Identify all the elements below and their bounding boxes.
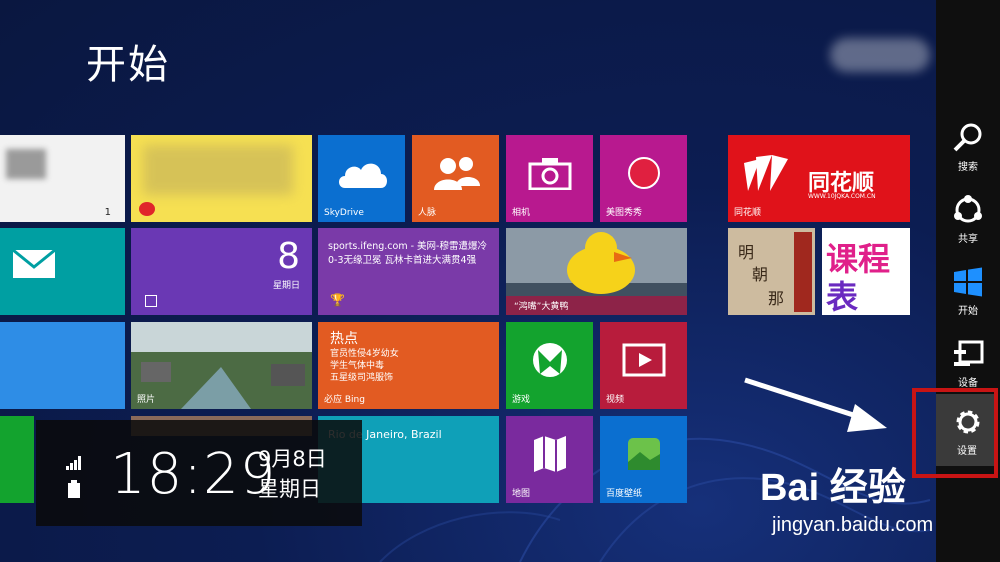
charm-label-search: 搜索	[958, 162, 978, 173]
tile-duck[interactable]: “鸿嘴”大黄鸭	[506, 228, 687, 315]
charm-label-share: 共享	[958, 234, 978, 245]
schedule-image: 课程 表	[826, 240, 890, 315]
charm-label-start: 开始	[958, 306, 978, 317]
tile-ie[interactable]	[0, 322, 125, 409]
camera-icon	[528, 158, 571, 191]
clock-date: 9月8日	[258, 447, 327, 471]
tile-maps[interactable]: 地图	[506, 416, 593, 503]
search-icon	[953, 123, 982, 152]
charm-share[interactable]: 共享	[936, 182, 1000, 252]
tile-label-people: 人脉	[418, 208, 437, 218]
wallpaper-icon	[627, 438, 660, 471]
windows-logo-icon	[954, 267, 982, 297]
tile-hot[interactable]: 热点 官员性侵4岁幼女 学生气体中毒 五星级司鸿服饰 必应 Bing	[318, 322, 499, 409]
hot-list: 官员性侵4岁幼女 学生气体中毒 五星级司鸿服饰	[330, 348, 399, 384]
tile-label-photos: 照片	[137, 395, 156, 405]
svg-text:明: 明	[738, 243, 754, 262]
news-headline: sports.ifeng.com - 美网-穆雷遭爆冷 0-3无缘卫冕 瓦林卡首…	[328, 241, 487, 266]
tile-book[interactable]: 明 朝 那	[728, 228, 815, 315]
watermark-brand: Bai 经验	[760, 467, 906, 509]
tile-blurred-app[interactable]: 1	[0, 135, 125, 222]
calendar-day: 8	[277, 236, 300, 277]
tile-label-duck: “鸿嘴”大黄鸭	[506, 296, 687, 315]
blurred-content	[6, 149, 46, 179]
hot-item: 官员性侵4岁幼女	[330, 349, 399, 359]
lock-clock-overlay: 18:29 9月8日 星期日	[36, 420, 362, 526]
tile-label-games: 游戏	[512, 395, 531, 405]
blurred-content	[143, 145, 293, 195]
tile-store[interactable]	[0, 416, 34, 503]
tile-label-bing: 必应 Bing	[324, 395, 365, 405]
book-cover-image: 明 朝 那	[728, 228, 815, 315]
tonghuashun-cards-icon	[744, 155, 788, 191]
tile-games[interactable]: 游戏	[506, 322, 593, 409]
hot-title: 热点	[330, 331, 358, 347]
tile-calendar[interactable]: 8 星期日	[131, 228, 312, 315]
tile-label-tonghuashun: 同花顺	[734, 208, 762, 218]
map-icon	[533, 436, 566, 473]
tile-tonghuashun[interactable]: 同花顺 WWW.10JQKA.COM.CN 同花顺	[728, 135, 910, 222]
tile-news[interactable]: sports.ifeng.com - 美网-穆雷遭爆冷 0-3无缘卫冕 瓦林卡首…	[318, 228, 499, 315]
svg-text:课程: 课程	[826, 240, 890, 278]
people-icon	[433, 157, 480, 191]
watermark-url: jingyan.baidu.com	[772, 514, 934, 536]
clock-weekday: 星期日	[258, 477, 321, 501]
tile-people[interactable]: 人脉	[412, 135, 499, 222]
charm-label-devices: 设备	[958, 378, 978, 389]
trophy-icon: 🏆	[330, 293, 345, 307]
tile-skydrive[interactable]: SkyDrive	[318, 135, 405, 222]
baidu-jingyan-watermark: Bai 经验 jingyan.baidu.com	[736, 452, 996, 542]
tile-label-skydrive: SkyDrive	[324, 208, 364, 218]
tile-photos[interactable]: 照片	[131, 322, 312, 409]
tile-label-video: 视频	[606, 395, 625, 405]
tonghuashun-url: WWW.10JQKA.COM.CN	[808, 193, 876, 200]
tile-meitu[interactable]: 美图秀秀	[600, 135, 687, 222]
clock-date-block: 9月8日 星期日	[258, 444, 327, 504]
clock-time: 18:29	[110, 442, 277, 507]
meitu-icon	[627, 157, 660, 190]
photo-landscape	[131, 322, 312, 409]
tile-mail[interactable]	[0, 228, 125, 315]
hot-item: 学生气体中毒	[330, 361, 385, 371]
share-icon	[954, 195, 982, 223]
arrow-pointer-icon	[744, 377, 887, 432]
tile-wallpaper[interactable]: 百度壁纸	[600, 416, 687, 503]
svg-text:表: 表	[826, 278, 858, 315]
tile-label-camera: 相机	[512, 208, 531, 218]
charm-search[interactable]: 搜索	[936, 110, 1000, 180]
calendar-weekday: 星期日	[272, 281, 300, 291]
video-icon	[622, 343, 665, 377]
xbox-icon	[532, 343, 567, 378]
devices-icon	[954, 340, 984, 366]
battery-icon	[68, 480, 80, 498]
charm-start[interactable]: 开始	[936, 254, 1000, 324]
user-account-avatar[interactable]	[830, 38, 930, 72]
mail-icon	[12, 249, 56, 278]
svg-text:朝: 朝	[752, 265, 768, 284]
tile-label-maps: 地图	[512, 489, 531, 499]
tile-camera[interactable]: 相机	[506, 135, 593, 222]
tile-label-meitu: 美图秀秀	[606, 208, 643, 218]
start-title: 开始	[86, 42, 170, 88]
weibo-icon	[139, 202, 155, 216]
signal-icon	[66, 456, 81, 470]
tile-schedule[interactable]: 课程 表	[822, 228, 910, 315]
charm-devices[interactable]: 设备	[936, 326, 1000, 396]
svg-text:那: 那	[768, 289, 784, 308]
cloud-icon	[338, 163, 387, 189]
tile-video[interactable]: 视频	[600, 322, 687, 409]
hot-item: 五星级司鸿服饰	[330, 373, 394, 383]
tile-count: 1	[104, 207, 111, 218]
calendar-icon	[145, 295, 157, 307]
tile-weibo[interactable]	[131, 135, 312, 222]
tile-label-wallpaper: 百度壁纸	[606, 489, 643, 499]
